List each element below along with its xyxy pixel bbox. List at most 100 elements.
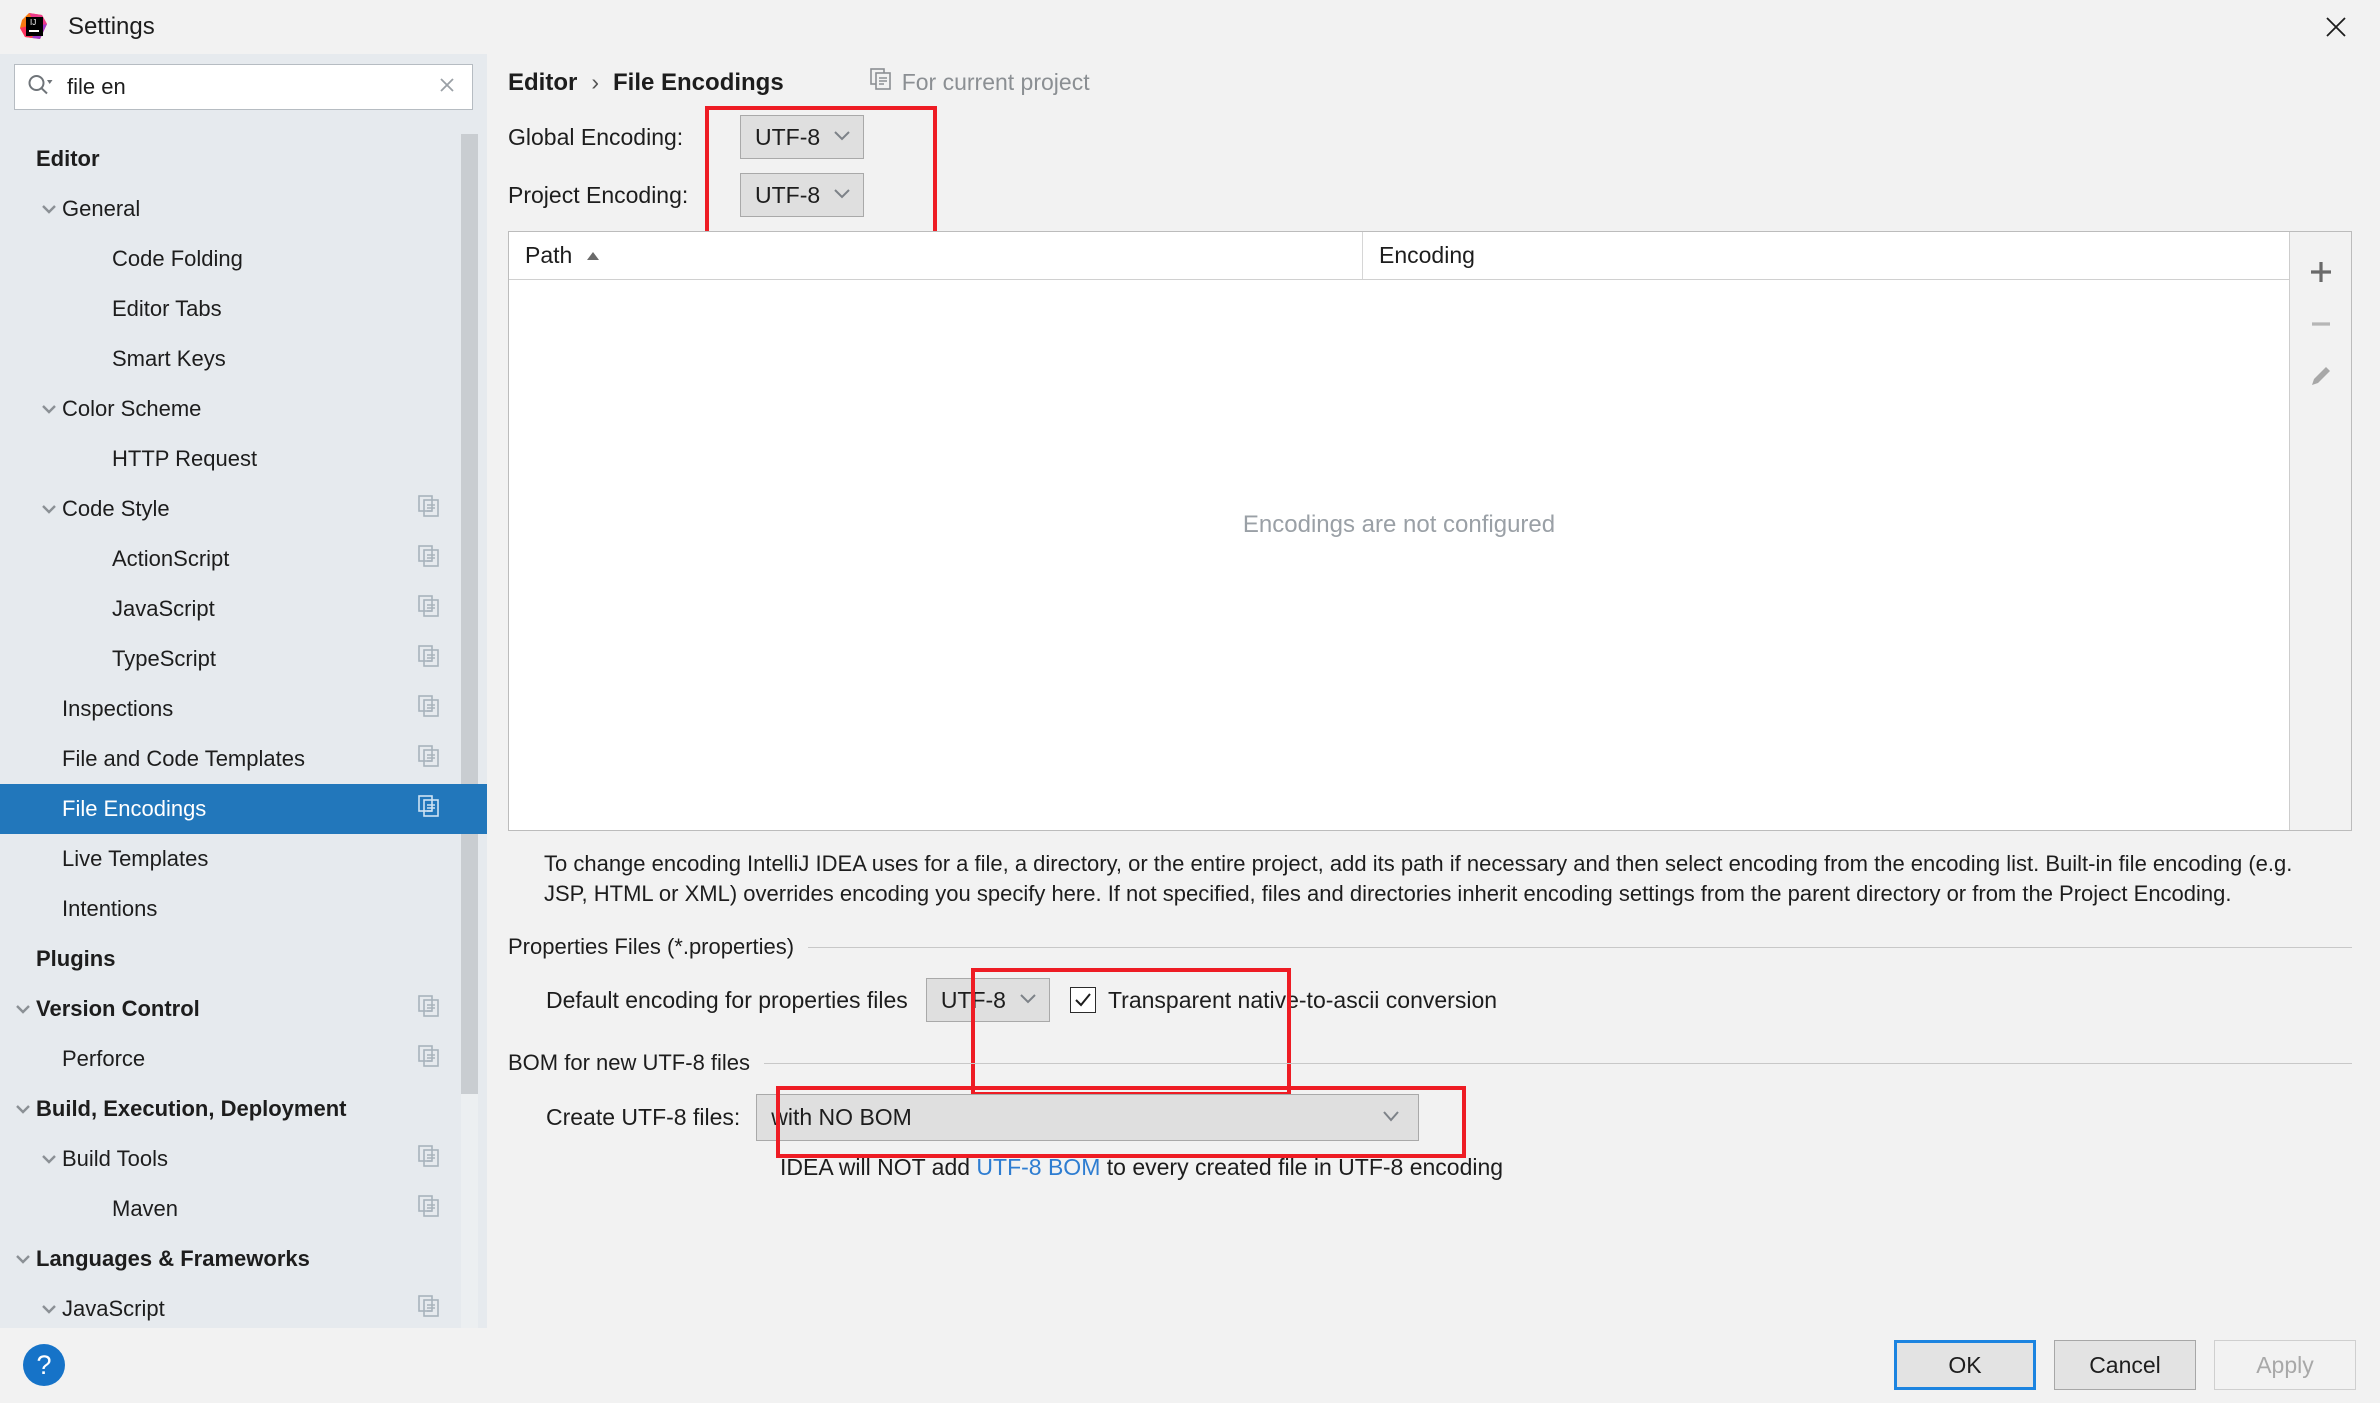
sidebar-item-perforce[interactable]: Perforce xyxy=(0,1034,487,1084)
bom-section-title-label: BOM for new UTF-8 files xyxy=(508,1050,751,1076)
sidebar-item-build-execution-deployment[interactable]: Build, Execution, Deployment xyxy=(0,1084,487,1134)
sidebar-item-label: General xyxy=(62,196,141,221)
global-encoding-select[interactable]: UTF-8 xyxy=(740,115,865,159)
sidebar-item-live-templates[interactable]: Live Templates xyxy=(0,834,487,884)
breadcrumb: Editor › File Encodings For current proj… xyxy=(508,54,2352,97)
column-header-path-label: Path xyxy=(525,242,573,268)
dialog-buttons: OK Cancel Apply xyxy=(1894,1340,2356,1390)
sidebar-item-label: Live Templates xyxy=(62,846,209,871)
settings-dialog: IJ Settings file en Editor General Code … xyxy=(0,0,2380,1403)
sidebar-item-code-folding[interactable]: Code Folding xyxy=(0,234,487,284)
global-encoding-value: UTF-8 xyxy=(755,123,821,150)
chevron-down-icon[interactable] xyxy=(12,1098,34,1120)
checkbox-box xyxy=(1069,987,1096,1014)
bom-select[interactable]: with NO BOM xyxy=(756,1094,1420,1142)
minus-icon[interactable] xyxy=(2297,298,2345,350)
encoding-fields: Global Encoding: UTF-8 Project Encoding:… xyxy=(508,106,2352,241)
module-scope-icon xyxy=(418,495,440,523)
search-box[interactable] xyxy=(14,64,473,110)
global-encoding-row: Global Encoding: UTF-8 xyxy=(508,115,2352,159)
module-scope-icon xyxy=(418,1045,440,1073)
module-scope-icon xyxy=(418,995,440,1023)
sidebar-item-smart-keys[interactable]: Smart Keys xyxy=(0,334,487,384)
sidebar-item-version-control[interactable]: Version Control xyxy=(0,984,487,1034)
sidebar-item-javascript[interactable]: JavaScript xyxy=(0,1284,487,1328)
sidebar-item-label: HTTP Request xyxy=(112,446,258,471)
sidebar-item-file-and-code-templates[interactable]: File and Code Templates xyxy=(0,734,487,784)
sidebar-item-label: Editor xyxy=(36,146,100,171)
project-encoding-label: Project Encoding: xyxy=(508,181,689,208)
chevron-down-icon[interactable] xyxy=(38,398,60,420)
sidebar-item-code-style[interactable]: Code Style xyxy=(0,484,487,534)
sidebar-item-plugins[interactable]: Plugins xyxy=(0,934,487,984)
table-rows: Encodings are not configured xyxy=(509,280,2289,830)
module-scope-icon xyxy=(418,1145,440,1173)
sidebar-item-languages-frameworks[interactable]: Languages & Frameworks xyxy=(0,1234,487,1284)
chevron-down-icon[interactable] xyxy=(38,1298,60,1320)
properties-files-section: Properties Files (*.properties) Default … xyxy=(508,934,2352,1097)
table-toolbar xyxy=(2289,232,2351,830)
bom-section: BOM for new UTF-8 files Create UTF-8 fil… xyxy=(508,1050,2352,1181)
sidebar-item-label: ActionScript xyxy=(112,546,230,571)
search-input[interactable] xyxy=(67,74,432,100)
sidebar-item-label: Code Style xyxy=(62,496,170,521)
settings-sidebar: Editor General Code Folding Editor Tabs Smar… xyxy=(0,54,487,1328)
sidebar-item-label: Version Control xyxy=(36,996,200,1021)
column-header-encoding[interactable]: Encoding xyxy=(1363,232,2289,279)
svg-text:IJ: IJ xyxy=(30,18,36,27)
module-icon xyxy=(869,68,892,96)
title-bar: IJ Settings xyxy=(0,0,2380,54)
help-button[interactable]: ? xyxy=(23,1344,65,1386)
pencil-icon[interactable] xyxy=(2297,350,2345,402)
sidebar-item-label: Intentions xyxy=(62,896,158,921)
sidebar-item-label: Plugins xyxy=(36,946,116,971)
bom-select-label: Create UTF-8 files: xyxy=(546,1104,741,1131)
properties-encoding-select[interactable]: UTF-8 xyxy=(925,978,1050,1023)
sidebar-item-label: JavaScript xyxy=(62,1296,165,1321)
project-encoding-select[interactable]: UTF-8 xyxy=(740,173,865,217)
sidebar-item-intentions[interactable]: Intentions xyxy=(0,884,487,934)
sidebar-item-typescript[interactable]: TypeScript xyxy=(0,634,487,684)
sidebar-item-label: Maven xyxy=(112,1196,179,1221)
sidebar-item-javascript[interactable]: JavaScript xyxy=(0,584,487,634)
properties-section-title-label: Properties Files (*.properties) xyxy=(508,934,795,960)
sidebar-item-editor[interactable]: Editor xyxy=(0,134,487,184)
transparent-conversion-label: Transparent native-to-ascii conversion xyxy=(1107,986,1498,1013)
clear-icon[interactable] xyxy=(432,74,462,101)
cancel-button[interactable]: Cancel xyxy=(2054,1340,2196,1390)
ok-button[interactable]: OK xyxy=(1894,1340,2036,1390)
scope-indicator: For current project xyxy=(869,68,1090,96)
encodings-table: Path Encoding Encodings are not configur… xyxy=(508,231,2352,831)
sidebar-item-general[interactable]: General xyxy=(0,184,487,234)
bom-note-suffix: to every created file in UTF-8 encoding xyxy=(1100,1154,1504,1181)
sidebar-item-http-request[interactable]: HTTP Request xyxy=(0,434,487,484)
chevron-down-icon[interactable] xyxy=(12,998,34,1020)
table-header: Path Encoding xyxy=(509,232,2289,280)
properties-section-title: Properties Files (*.properties) xyxy=(508,934,2352,960)
sidebar-item-file-encodings[interactable]: File Encodings xyxy=(0,784,487,834)
dialog-footer: ? OK Cancel Apply xyxy=(0,1328,2380,1403)
bom-select-value: with NO BOM xyxy=(771,1104,912,1131)
transparent-conversion-checkbox[interactable]: Transparent native-to-ascii conversion xyxy=(1069,986,1498,1014)
close-icon[interactable] xyxy=(2310,7,2362,47)
sidebar-item-build-tools[interactable]: Build Tools xyxy=(0,1134,487,1184)
scope-label: For current project xyxy=(901,68,1090,95)
bom-note: IDEA will NOT add UTF-8 BOM to every cre… xyxy=(508,1154,2352,1181)
bom-note-prefix: IDEA will NOT add xyxy=(780,1154,977,1181)
utf8-bom-link[interactable]: UTF-8 BOM xyxy=(976,1154,1100,1180)
sidebar-item-maven[interactable]: Maven xyxy=(0,1184,487,1234)
sidebar-item-editor-tabs[interactable]: Editor Tabs xyxy=(0,284,487,334)
sidebar-item-color-scheme[interactable]: Color Scheme xyxy=(0,384,487,434)
chevron-down-icon[interactable] xyxy=(38,498,60,520)
plus-icon[interactable] xyxy=(2297,246,2345,298)
project-encoding-row: Project Encoding: UTF-8 xyxy=(508,173,2352,217)
chevron-down-icon[interactable] xyxy=(38,198,60,220)
sidebar-item-actionscript[interactable]: ActionScript xyxy=(0,534,487,584)
sidebar-item-inspections[interactable]: Inspections xyxy=(0,684,487,734)
column-header-path[interactable]: Path xyxy=(509,232,1363,279)
chevron-down-icon[interactable] xyxy=(38,1148,60,1170)
chevron-down-icon[interactable] xyxy=(12,1248,34,1270)
bom-section-title: BOM for new UTF-8 files xyxy=(508,1050,2352,1076)
sidebar-item-label: File and Code Templates xyxy=(62,746,305,771)
breadcrumb-root[interactable]: Editor xyxy=(508,69,577,97)
